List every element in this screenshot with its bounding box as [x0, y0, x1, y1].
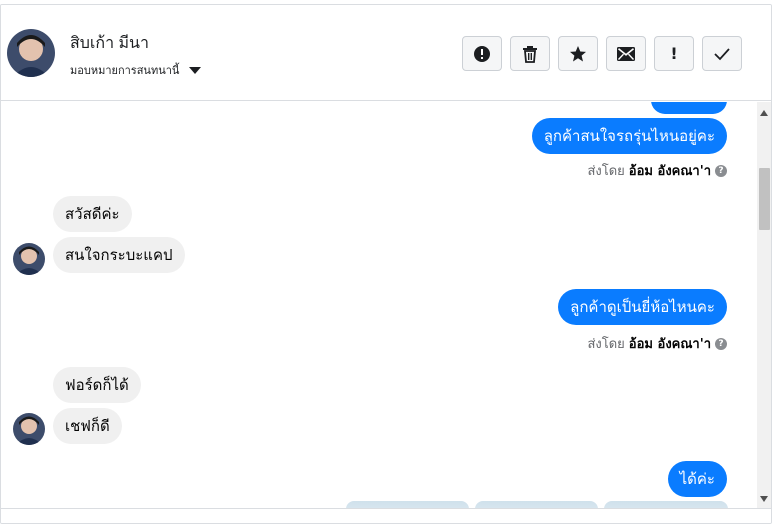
header-actions: !: [462, 36, 742, 71]
message-bubble-outgoing-partial: [651, 102, 727, 114]
message-bubble-incoming: ฟอร์ดก็ได้: [53, 367, 141, 403]
sent-by-label: ส่งโดย อ้อม อังคณา'า ?: [587, 160, 727, 181]
mark-spam-button[interactable]: [462, 36, 502, 71]
delete-button[interactable]: [510, 36, 550, 71]
sent-by-prefix: ส่งโดย: [587, 164, 625, 179]
sender-name: อ้อม อังคณา'า: [628, 164, 711, 179]
message-bubble-outgoing: ได้ค่ะ: [667, 461, 727, 497]
contact-name: สิบเก้า มีนา: [70, 35, 149, 52]
contact-avatar-small: [13, 413, 45, 445]
mark-done-button[interactable]: [702, 36, 742, 71]
star-button[interactable]: [558, 36, 598, 71]
image-thumbnail[interactable]: [346, 501, 469, 508]
caret-down-icon: [189, 66, 202, 74]
help-icon[interactable]: ?: [715, 164, 727, 177]
message-bubble-incoming: สนใจกระบะแคป: [53, 237, 185, 273]
message-scrollbar[interactable]: [757, 102, 771, 508]
exclamation-icon: !: [670, 44, 678, 63]
alert-circle-icon: [474, 45, 490, 62]
trash-icon: [523, 45, 537, 63]
message-bubble-outgoing: ลูกค้าดูเป็นยี่ห้อไหนคะ: [558, 289, 727, 325]
conversation-header: สิบเก้า มีนา มอบหมายการสนทนานี้ !: [1, 5, 771, 101]
scroll-up-arrow-icon[interactable]: [760, 110, 768, 116]
conversation-panel: สิบเก้า มีนา มอบหมายการสนทนานี้ ! ลูกค้า…: [0, 4, 772, 524]
follow-up-button[interactable]: !: [654, 36, 694, 71]
scroll-down-arrow-icon[interactable]: [760, 496, 768, 502]
image-thumbnail[interactable]: [475, 501, 598, 508]
image-attachments: [346, 501, 728, 508]
sender-name: อ้อม อังคณา'า: [628, 337, 711, 352]
assign-conversation-dropdown[interactable]: มอบหมายการสนทนานี้: [70, 61, 202, 79]
mark-unread-button[interactable]: [606, 36, 646, 71]
mail-icon: [617, 46, 635, 61]
check-icon: [714, 47, 730, 60]
scrollbar-thumb[interactable]: [759, 168, 770, 230]
image-thumbnail[interactable]: [604, 501, 728, 508]
message-bubble-outgoing: ลูกค้าสนใจรถรุ่นไหนอยู่คะ: [531, 118, 727, 154]
message-bubble-incoming: สวัสดีค่ะ: [53, 196, 132, 232]
assign-label: มอบหมายการสนทนานี้: [70, 65, 180, 77]
message-bubble-incoming: เชฟก็ดี: [53, 408, 122, 444]
sent-by-label: ส่งโดย อ้อม อังคณา'า ?: [587, 333, 727, 354]
message-list[interactable]: ลูกค้าสนใจรถรุ่นไหนอยู่คะ ส่งโดย อ้อม อั…: [1, 102, 757, 508]
sent-by-prefix: ส่งโดย: [587, 337, 625, 352]
star-icon: [570, 45, 586, 61]
contact-avatar[interactable]: [7, 29, 55, 77]
contact-avatar-small: [13, 243, 45, 275]
composer-area[interactable]: [1, 508, 771, 523]
help-icon[interactable]: ?: [715, 337, 727, 350]
